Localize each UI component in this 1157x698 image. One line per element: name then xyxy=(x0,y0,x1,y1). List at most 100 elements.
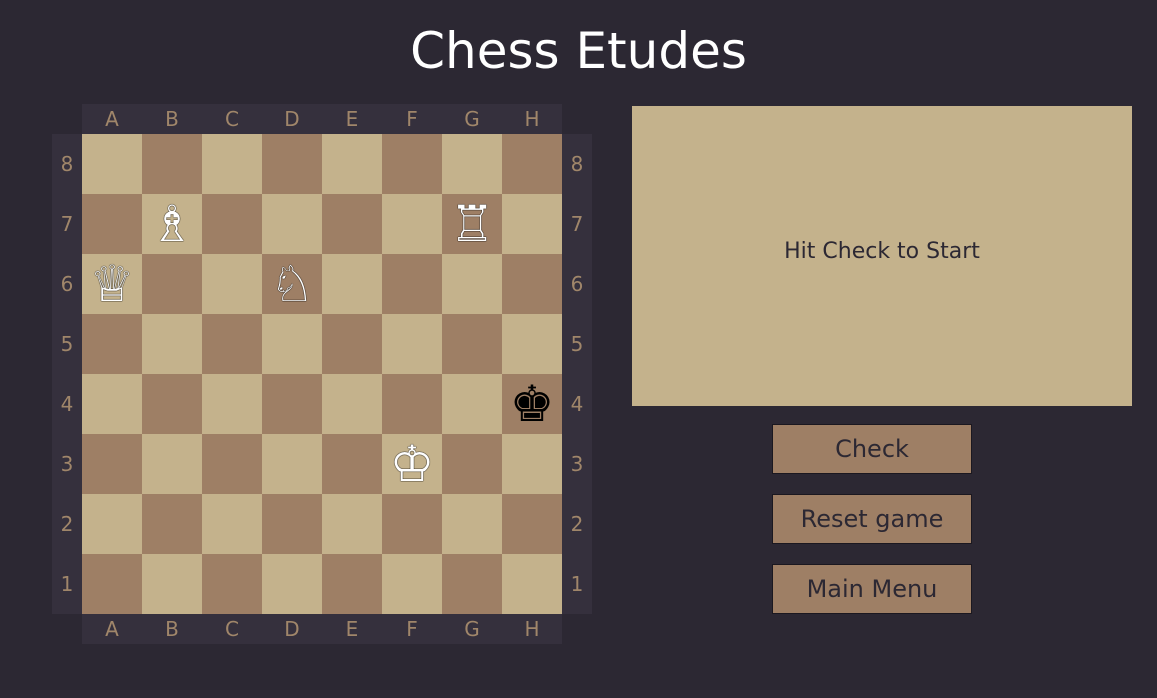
square-e1[interactable] xyxy=(322,554,382,614)
square-d1[interactable] xyxy=(262,554,322,614)
file-label-c: C xyxy=(225,107,239,131)
square-a2[interactable] xyxy=(82,494,142,554)
square-b5[interactable] xyxy=(142,314,202,374)
square-c7[interactable] xyxy=(202,194,262,254)
reset-game-button[interactable]: Reset game xyxy=(772,494,972,544)
square-a8[interactable] xyxy=(82,134,142,194)
square-h2[interactable] xyxy=(502,494,562,554)
square-b1[interactable] xyxy=(142,554,202,614)
square-b8[interactable] xyxy=(142,134,202,194)
square-g7[interactable]: ♖ xyxy=(442,194,502,254)
square-f4[interactable] xyxy=(382,374,442,434)
square-d3[interactable] xyxy=(262,434,322,494)
square-c8[interactable] xyxy=(202,134,262,194)
square-c3[interactable] xyxy=(202,434,262,494)
square-e8[interactable] xyxy=(322,134,382,194)
square-h1[interactable] xyxy=(502,554,562,614)
file-label-g: G xyxy=(464,107,480,131)
square-g3[interactable] xyxy=(442,434,502,494)
file-label-d: D xyxy=(284,107,300,131)
square-g6[interactable] xyxy=(442,254,502,314)
square-e2[interactable] xyxy=(322,494,382,554)
square-a1[interactable] xyxy=(82,554,142,614)
check-button[interactable]: Check xyxy=(772,424,972,474)
file-label-h: H xyxy=(524,617,540,641)
file-labels-bottom: A B C D E F G H xyxy=(82,614,562,644)
rank-label-5: 5 xyxy=(60,332,74,356)
file-label-c: C xyxy=(225,617,239,641)
square-f2[interactable] xyxy=(382,494,442,554)
rank-labels-left: 8 7 6 5 4 3 2 1 xyxy=(52,134,82,614)
square-h6[interactable] xyxy=(502,254,562,314)
square-d4[interactable] xyxy=(262,374,322,434)
square-g1[interactable] xyxy=(442,554,502,614)
square-b3[interactable] xyxy=(142,434,202,494)
square-a7[interactable] xyxy=(82,194,142,254)
square-f5[interactable] xyxy=(382,314,442,374)
square-e4[interactable] xyxy=(322,374,382,434)
square-f3[interactable]: ♔ xyxy=(382,434,442,494)
main-menu-button[interactable]: Main Menu xyxy=(772,564,972,614)
square-e6[interactable] xyxy=(322,254,382,314)
square-d6[interactable]: ♘ xyxy=(262,254,322,314)
square-c1[interactable] xyxy=(202,554,262,614)
rank-label-7: 7 xyxy=(60,212,74,236)
square-h8[interactable] xyxy=(502,134,562,194)
square-e7[interactable] xyxy=(322,194,382,254)
square-c4[interactable] xyxy=(202,374,262,434)
square-f6[interactable] xyxy=(382,254,442,314)
square-d5[interactable] xyxy=(262,314,322,374)
white-rook-icon[interactable]: ♖ xyxy=(442,194,502,254)
file-labels-top: A B C D E F G H xyxy=(82,104,562,134)
square-c2[interactable] xyxy=(202,494,262,554)
square-h7[interactable] xyxy=(502,194,562,254)
square-b7[interactable]: ♗ xyxy=(142,194,202,254)
chess-board[interactable]: ♗ ♖ ♕ ♘ ♚ ♔ xyxy=(82,134,562,614)
file-label-h: H xyxy=(524,107,540,131)
square-a6[interactable]: ♕ xyxy=(82,254,142,314)
square-c5[interactable] xyxy=(202,314,262,374)
square-a3[interactable] xyxy=(82,434,142,494)
square-e3[interactable] xyxy=(322,434,382,494)
square-f1[interactable] xyxy=(382,554,442,614)
square-g5[interactable] xyxy=(442,314,502,374)
rank-label-1: 1 xyxy=(60,572,74,596)
rank-label-6: 6 xyxy=(60,272,74,296)
white-queen-icon[interactable]: ♕ xyxy=(82,254,142,314)
square-b4[interactable] xyxy=(142,374,202,434)
square-h5[interactable] xyxy=(502,314,562,374)
status-message: Hit Check to Start xyxy=(784,238,980,264)
file-label-b: B xyxy=(165,107,179,131)
square-d8[interactable] xyxy=(262,134,322,194)
black-king-icon[interactable]: ♚ xyxy=(502,374,562,434)
square-b2[interactable] xyxy=(142,494,202,554)
rank-label-1: 1 xyxy=(570,572,584,596)
square-b6[interactable] xyxy=(142,254,202,314)
square-e5[interactable] xyxy=(322,314,382,374)
page-title: Chess Etudes xyxy=(410,22,747,80)
square-d2[interactable] xyxy=(262,494,322,554)
square-a5[interactable] xyxy=(82,314,142,374)
white-bishop-icon[interactable]: ♗ xyxy=(142,194,202,254)
square-f8[interactable] xyxy=(382,134,442,194)
square-h4[interactable]: ♚ xyxy=(502,374,562,434)
square-g4[interactable] xyxy=(442,374,502,434)
square-c6[interactable] xyxy=(202,254,262,314)
file-label-g: G xyxy=(464,617,480,641)
square-a4[interactable] xyxy=(82,374,142,434)
square-g8[interactable] xyxy=(442,134,502,194)
rank-label-2: 2 xyxy=(60,512,74,536)
rank-label-2: 2 xyxy=(570,512,584,536)
rank-label-4: 4 xyxy=(60,392,74,416)
file-label-d: D xyxy=(284,617,300,641)
rank-label-8: 8 xyxy=(60,152,74,176)
white-knight-icon[interactable]: ♘ xyxy=(262,254,322,314)
square-h3[interactable] xyxy=(502,434,562,494)
file-label-f: F xyxy=(406,617,418,641)
file-label-e: E xyxy=(345,617,359,641)
message-panel: Hit Check to Start xyxy=(632,106,1132,406)
square-f7[interactable] xyxy=(382,194,442,254)
square-d7[interactable] xyxy=(262,194,322,254)
white-king-icon[interactable]: ♔ xyxy=(382,434,442,494)
square-g2[interactable] xyxy=(442,494,502,554)
